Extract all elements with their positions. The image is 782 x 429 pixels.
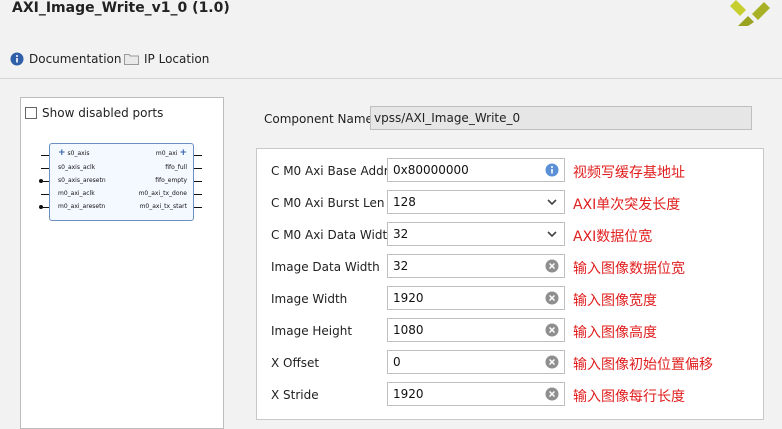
- image-height-input[interactable]: 1080: [387, 318, 565, 342]
- port-fifo-empty[interactable]: fifo_empty: [155, 177, 187, 184]
- port-m0-axi[interactable]: m0_axi +: [156, 149, 187, 158]
- documentation-label: Documentation: [29, 52, 122, 66]
- param-value: 0x80000000: [393, 163, 469, 177]
- param-value: 1920: [393, 387, 424, 401]
- component-name-label: Component Name: [264, 112, 373, 126]
- image-data-width-input[interactable]: 32: [387, 254, 565, 278]
- annotation-note: 输入图像每行长度: [573, 389, 685, 405]
- param-value: 1080: [393, 323, 424, 337]
- port-m0-axi-aresetn[interactable]: m0_axi_aresetn: [58, 203, 105, 210]
- pin-line: [194, 155, 202, 156]
- image-width-input[interactable]: 1920: [387, 286, 565, 310]
- param-label: C M0 Axi Data Width: [271, 228, 395, 242]
- port-s0-axis-aclk[interactable]: s0_axis_aclk: [58, 164, 95, 171]
- x-offset-input[interactable]: 0: [387, 350, 565, 374]
- chevron-down-icon[interactable]: [545, 195, 559, 209]
- info-icon[interactable]: [545, 163, 559, 177]
- xilinx-logo-icon: [730, 0, 770, 26]
- param-value: 128: [393, 195, 416, 209]
- port-fifo-full[interactable]: fifo_full: [165, 164, 187, 171]
- param-label: Image Height: [271, 324, 353, 338]
- parameter-panel: C M0 Axi Base Addr 0x80000000 视频写缓存基地址 C…: [256, 148, 764, 420]
- show-disabled-ports-label: Show disabled ports: [42, 106, 164, 120]
- pin-line: [194, 168, 202, 169]
- annotation-note: AXI单次突发长度: [573, 197, 681, 213]
- burst-len-select[interactable]: 128: [387, 190, 565, 214]
- clear-icon[interactable]: [545, 259, 559, 273]
- ip-block-symbol[interactable]: + s0_axis s0_axis_aclk s0_axis_aresetn m0…: [39, 143, 202, 221]
- pin-line: [41, 194, 49, 195]
- pin-line: [194, 194, 202, 195]
- port-m0-axi-tx-start[interactable]: m0_axi_tx_start: [140, 203, 187, 210]
- annotation-note: AXI数据位宽: [573, 229, 653, 245]
- pin-line: [194, 181, 202, 182]
- param-value: 32: [393, 259, 409, 273]
- folder-icon: [124, 54, 139, 65]
- param-value: 1920: [393, 291, 424, 305]
- clear-icon[interactable]: [545, 291, 559, 305]
- port-s0-axis-aresetn[interactable]: s0_axis_aresetn: [58, 177, 106, 184]
- clear-icon[interactable]: [545, 355, 559, 369]
- ip-location-button[interactable]: IP Location: [124, 48, 209, 70]
- param-label: Image Data Width: [271, 260, 380, 274]
- param-label: X Stride: [271, 388, 319, 402]
- annotation-note: 视频写缓存基地址: [573, 165, 685, 181]
- port-s0-axis[interactable]: + s0_axis: [58, 149, 90, 158]
- component-name-field[interactable]: vpss/AXI_Image_Write_0: [370, 106, 752, 130]
- annotation-note: 输入图像宽度: [573, 293, 657, 309]
- port-m0-axi-aclk[interactable]: m0_axi_aclk: [58, 190, 95, 197]
- param-label: C M0 Axi Burst Len: [271, 196, 385, 210]
- pin-line: [194, 207, 202, 208]
- annotation-note: 输入图像数据位宽: [573, 261, 685, 277]
- ip-location-label: IP Location: [144, 52, 210, 66]
- annotation-note: 输入图像高度: [573, 325, 657, 341]
- pin-dot: [39, 179, 43, 183]
- clear-icon[interactable]: [545, 387, 559, 401]
- param-label: X Offset: [271, 356, 320, 370]
- annotation-note: 输入图像初始位置偏移: [573, 357, 713, 373]
- param-value: 0: [393, 355, 401, 369]
- ip-symbol-panel: Show disabled ports + s0_axis s0_axis_acl…: [20, 97, 224, 429]
- param-label: Image Width: [271, 292, 348, 306]
- chevron-down-icon[interactable]: [545, 227, 559, 241]
- pin-line: [41, 168, 49, 169]
- pin-line: [41, 155, 49, 156]
- clear-icon[interactable]: [545, 323, 559, 337]
- pin-dot: [39, 205, 43, 209]
- info-circle-icon: [10, 52, 24, 66]
- page-title: AXI_Image_Write_v1_0 (1.0): [12, 0, 230, 16]
- data-width-select[interactable]: 32: [387, 222, 565, 246]
- header-divider: [0, 78, 782, 79]
- show-disabled-ports-toggle[interactable]: Show disabled ports: [25, 106, 163, 120]
- show-disabled-ports-checkbox[interactable]: [25, 107, 37, 119]
- param-label: C M0 Axi Base Addr: [271, 164, 389, 178]
- param-value: 32: [393, 227, 409, 241]
- documentation-button[interactable]: Documentation: [10, 48, 122, 70]
- port-m0-axi-tx-done[interactable]: m0_axi_tx_done: [139, 190, 187, 197]
- toolbar: Documentation IP Location: [0, 48, 782, 76]
- base-addr-input[interactable]: 0x80000000: [387, 158, 565, 182]
- x-stride-input[interactable]: 1920: [387, 382, 565, 406]
